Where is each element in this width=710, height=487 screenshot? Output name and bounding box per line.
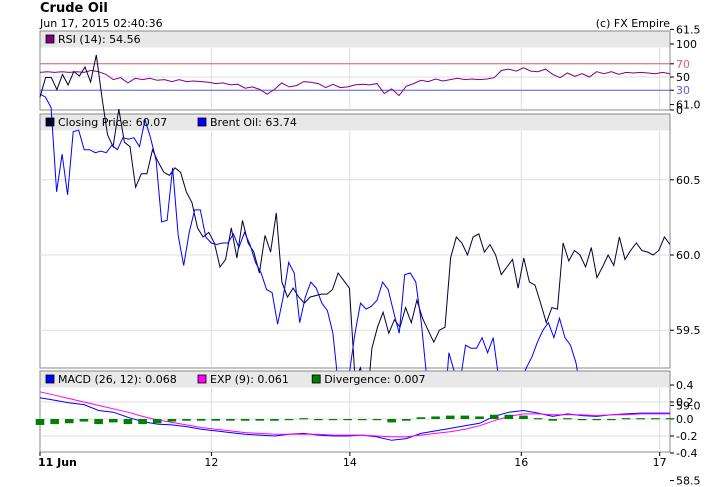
rsi-legend-label: RSI (14): 54.56: [58, 33, 141, 46]
price-tick-label: 58.5: [676, 475, 701, 487]
macd-tick-label: -0.2: [676, 430, 697, 443]
macd-legend-label: Divergence: 0.007: [324, 373, 425, 386]
divergence-bar: [401, 419, 411, 421]
divergence-bar: [577, 419, 587, 421]
divergence-bar: [328, 419, 338, 421]
divergence-bar: [50, 419, 59, 425]
rsi-legend-swatch: [45, 34, 55, 44]
macd-legend-swatch: [197, 374, 207, 384]
divergence-bar: [621, 418, 631, 420]
divergence-bar: [431, 416, 440, 419]
macd-legend-swatch: [311, 374, 321, 384]
macd-legend-swatch: [45, 374, 55, 384]
x-tick-label: 14: [343, 456, 357, 469]
x-tick-label: 12: [204, 456, 218, 469]
divergence-bar: [284, 419, 294, 421]
divergence-bar: [255, 419, 265, 421]
macd-legend-label: MACD (26, 12): 0.068: [58, 373, 177, 386]
divergence-bar: [270, 419, 279, 421]
price-tick-label: 60.0: [676, 249, 701, 262]
divergence-bar: [592, 419, 602, 421]
x-tick-label: 17: [653, 456, 667, 469]
divergence-bar: [460, 415, 470, 419]
macd-legend-label: EXP (9): 0.061: [210, 373, 289, 386]
divergence-bar: [504, 414, 514, 419]
divergence-bar: [314, 419, 323, 421]
price-tick-label: 60.5: [676, 174, 701, 187]
rsi-tick-label: 50: [676, 71, 690, 84]
divergence-bar: [138, 419, 147, 425]
divergence-bar: [372, 419, 382, 421]
divergence-bar: [358, 419, 367, 421]
divergence-bar: [211, 419, 221, 421]
divergence-bar: [123, 419, 133, 425]
divergence-bar: [533, 418, 543, 420]
price-tick-label: 61.5: [676, 23, 701, 36]
divergence-bar: [167, 419, 177, 422]
macd-tick-label: -0.4: [676, 447, 697, 460]
divergence-bar: [65, 419, 74, 424]
divergence-bar: [607, 419, 616, 421]
divergence-bar: [94, 419, 103, 425]
divergence-bar: [240, 419, 250, 421]
x-tick-label: 11 Jun: [38, 456, 77, 469]
divergence-bar: [489, 414, 499, 419]
divergence-bar: [299, 418, 309, 420]
divergence-bar: [636, 418, 645, 420]
divergence-bar: [519, 415, 528, 419]
divergence-bar: [563, 418, 572, 420]
divergence-bar: [35, 419, 45, 425]
chart-canvas: 1007050300RSI (14): 54.5661.561.060.560.…: [35, 23, 701, 487]
price-tick-label: 61.0: [676, 99, 701, 112]
price-tick-label: 59.5: [676, 324, 701, 337]
divergence-bar: [665, 418, 675, 420]
divergence-bar: [79, 419, 89, 422]
macd-tick-label: 0.2: [676, 396, 694, 409]
divergence-bar: [196, 419, 206, 421]
rsi-tick-label: 30: [676, 84, 690, 97]
divergence-bar: [108, 419, 118, 423]
price-legend-label: Brent Oil: 63.74: [210, 116, 297, 129]
price-legend-label: Closing Price: 60.07: [58, 116, 167, 129]
divergence-bar: [343, 419, 352, 421]
price-legend-swatch: [197, 117, 207, 127]
divergence-bar: [226, 419, 235, 421]
rsi-tick-label: 100: [676, 38, 697, 51]
divergence-bar: [416, 417, 426, 419]
divergence-bar: [445, 415, 455, 419]
x-tick-label: 16: [514, 456, 528, 469]
divergence-bar: [475, 416, 484, 419]
macd-tick-label: 0.0: [676, 413, 694, 426]
divergence-bar: [651, 418, 660, 420]
macd-tick-label: 0.4: [676, 379, 694, 392]
divergence-bar: [548, 419, 558, 421]
divergence-bar: [182, 419, 191, 421]
divergence-bar: [387, 419, 396, 423]
rsi-tick-label: 70: [676, 58, 690, 71]
price-legend-swatch: [45, 117, 55, 127]
divergence-bar: [152, 419, 162, 424]
